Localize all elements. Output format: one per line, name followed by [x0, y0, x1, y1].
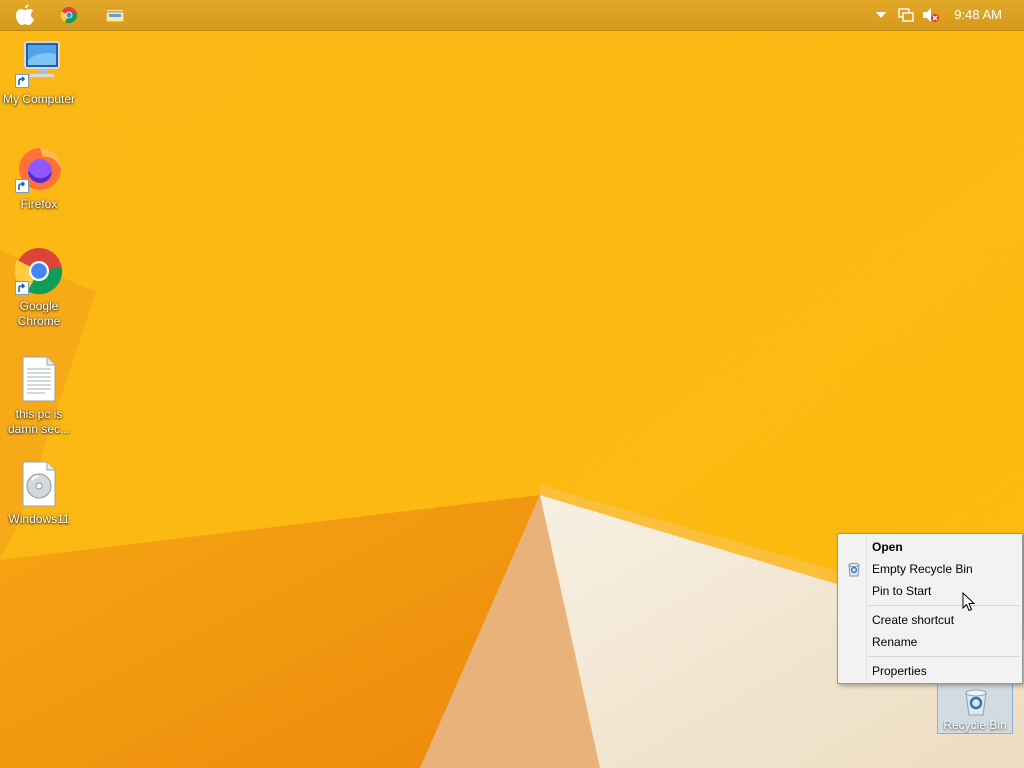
menu-item-rename[interactable]: Rename: [840, 631, 1020, 653]
shortcut-arrow-icon: [15, 281, 29, 295]
menu-item-label: Rename: [872, 635, 918, 649]
desktop-icon-label: Google Chrome: [17, 299, 61, 328]
desktop-icon-windows11[interactable]: Windows11: [0, 460, 78, 527]
menu-item-label: Properties: [872, 664, 927, 678]
text-file-icon: [15, 355, 63, 403]
recycle-bin-small-icon: [846, 561, 862, 577]
menu-item-properties[interactable]: Properties: [840, 660, 1020, 682]
recycle-bin-label: Recycle Bin: [943, 718, 1007, 732]
chrome-icon: [14, 247, 63, 295]
desktop-icon-label: Windows11: [8, 512, 70, 526]
menu-item-open[interactable]: Open: [840, 536, 1020, 558]
mouse-pointer-icon: [962, 591, 976, 615]
clock[interactable]: 9:48 AM: [954, 7, 1002, 22]
shortcut-arrow-icon: [15, 74, 29, 88]
desktop-icon-google-chrome[interactable]: Google Chrome: [0, 247, 78, 329]
menu-separator: [868, 656, 1020, 657]
top-bar: 9:48 AM: [0, 0, 1024, 31]
desktop-icon-label: this pc is damn sec...: [7, 407, 71, 436]
menu-item-empty-recycle-bin[interactable]: Empty Recycle Bin: [840, 558, 1020, 580]
context-menu: Open Empty Recycle Bin Pin to Start Crea…: [837, 533, 1023, 684]
network-icon[interactable]: [895, 4, 917, 26]
apple-icon[interactable]: [14, 4, 36, 26]
menu-item-label: Create shortcut: [872, 613, 955, 627]
desktop-icon-label: Firefox: [20, 197, 58, 211]
menu-item-label: Open: [872, 540, 903, 554]
firefox-icon: [15, 145, 63, 193]
menu-separator: [868, 605, 1020, 606]
chrome-icon[interactable]: [58, 4, 80, 26]
recycle-bin-icon: [960, 685, 992, 720]
menu-item-pin-to-start[interactable]: Pin to Start: [840, 580, 1020, 602]
shortcut-arrow-icon: [15, 179, 29, 193]
menu-item-label: Pin to Start: [872, 584, 932, 598]
computer-icon: [15, 40, 63, 88]
desktop-icon-recycle-bin[interactable]: Recycle Bin: [937, 682, 1013, 734]
menu-item-create-shortcut[interactable]: Create shortcut: [840, 609, 1020, 631]
tray-overflow-chevron-icon[interactable]: [870, 4, 892, 26]
desktop-icon-text-file[interactable]: this pc is damn sec...: [0, 355, 78, 437]
file-explorer-icon[interactable]: [104, 4, 126, 26]
disc-image-icon: [15, 460, 63, 508]
desktop-icon-firefox[interactable]: Firefox: [0, 145, 78, 212]
menu-item-label: Empty Recycle Bin: [872, 562, 973, 576]
desktop-icon-my-computer[interactable]: My Computer: [0, 40, 78, 107]
desktop-icon-label: My Computer: [2, 92, 76, 106]
volume-muted-icon[interactable]: [920, 4, 942, 26]
